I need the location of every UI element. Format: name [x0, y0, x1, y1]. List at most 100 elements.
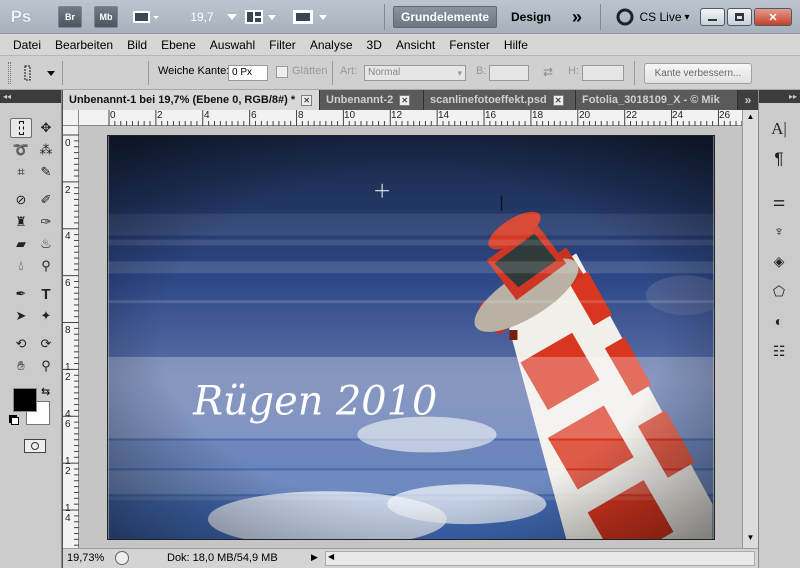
style-label: Art: — [340, 65, 358, 77]
zoom-tool[interactable]: ⚲ — [35, 356, 57, 376]
more-tabs-button[interactable]: » — [738, 90, 758, 110]
width-input[interactable] — [489, 65, 529, 81]
layers-panel-button[interactable]: ◈ — [768, 250, 790, 272]
history-brush-tool[interactable]: ✑ — [35, 212, 57, 232]
custom-shape-tool[interactable]: ✦ — [35, 306, 57, 326]
clone-source-button[interactable]: ♆ — [768, 220, 790, 242]
hand-tool[interactable]: ✋︎ — [10, 356, 32, 376]
document-image[interactable]: Rügen 2010 — [107, 135, 715, 540]
eraser-tool[interactable]: ▰ — [10, 234, 32, 254]
eyedropper-tool[interactable]: ✎ — [35, 162, 57, 182]
brush-presets-button[interactable]: ⚌ — [768, 190, 790, 212]
brush-icon: ✐ — [40, 192, 52, 207]
ruler-v-label: 6 — [65, 419, 71, 430]
canvas-workspace[interactable]: Rügen 2010 — [79, 126, 742, 548]
move-tool[interactable]: ✥ — [35, 118, 57, 138]
tab-fotolia[interactable]: Fotolia_3018109_X - © Mik — [576, 90, 738, 110]
blur-tool[interactable]: 💧︎ — [10, 256, 32, 276]
scroll-down-icon[interactable]: ▼ — [744, 533, 757, 546]
swap-colors-icon[interactable]: ⇆ — [41, 385, 50, 398]
brush-tool[interactable]: ✐ — [35, 190, 57, 210]
options-bar-grip[interactable] — [8, 62, 11, 84]
close-tab-icon[interactable]: ✕ — [301, 94, 313, 106]
screen-mode-dropdown[interactable] — [291, 6, 331, 28]
lasso-tool[interactable]: ➰ — [10, 140, 32, 160]
close-tab-icon[interactable]: ✕ — [552, 94, 564, 106]
tab-unbenannt-2[interactable]: Unbenannt-2 ✕ — [320, 90, 424, 110]
path-selection-tool[interactable]: ➤ — [10, 306, 32, 326]
scroll-up-icon[interactable]: ▲ — [744, 112, 757, 125]
3d-orbit-tool[interactable]: ⟳ — [35, 334, 57, 354]
menu-fenster[interactable]: Fenster — [442, 38, 497, 52]
adjustments-panel-button[interactable]: ◐ — [768, 310, 790, 332]
pen-tool[interactable]: ✒ — [10, 284, 32, 304]
style-select[interactable]: Normal ▾ — [364, 65, 466, 81]
menu-analyse[interactable]: Analyse — [303, 38, 360, 52]
menu-filter[interactable]: Filter — [262, 38, 303, 52]
paint-bucket-tool[interactable]: ♨ — [35, 234, 57, 254]
menu-bearbeiten[interactable]: Bearbeiten — [48, 38, 120, 52]
paragraph-panel-button[interactable]: ¶ — [768, 148, 790, 170]
tab-scanlinefotoeffekt[interactable]: scanlinefotoeffekt.psd ✕ — [424, 90, 576, 110]
foreground-color-swatch-top[interactable] — [13, 388, 37, 412]
panel-dock-header[interactable]: ▸▸ — [759, 90, 800, 103]
close-window-button[interactable]: ✕ — [754, 8, 792, 26]
zoom-level-dropdown[interactable]: 19,7 — [185, 6, 243, 28]
feather-input[interactable]: 0 Px — [228, 65, 268, 81]
status-options-icon[interactable] — [115, 551, 129, 565]
status-menu-arrow-icon[interactable]: ▶ — [311, 552, 318, 563]
type-tool[interactable]: T — [35, 284, 57, 304]
menu-ansicht[interactable]: Ansicht — [389, 38, 442, 52]
close-tab-icon[interactable]: ✕ — [399, 94, 411, 106]
scroll-left-icon[interactable]: ◀ — [328, 552, 334, 561]
separator — [384, 4, 385, 30]
menu-ebene[interactable]: Ebene — [154, 38, 203, 52]
film-strip-icon — [133, 11, 159, 23]
character-panel-button[interactable]: A| — [768, 118, 790, 140]
clone-stamp-tool[interactable]: ♜ — [10, 212, 32, 232]
more-workspaces-button[interactable]: » — [566, 6, 588, 28]
cs-live-button[interactable]: CS Live ▾ — [610, 6, 696, 28]
view-extras-dropdown[interactable] — [131, 6, 161, 28]
quick-mask-button[interactable] — [24, 439, 46, 453]
tools-panel-header[interactable]: ◂◂ — [0, 90, 61, 103]
restore-button[interactable] — [727, 8, 752, 26]
dodge-tool[interactable]: ⚲ — [35, 256, 57, 276]
tab-unbenannt-1[interactable]: Unbenannt-1 bei 19,7% (Ebene 0, RGB/8#) … — [63, 90, 320, 110]
height-input[interactable] — [582, 65, 624, 81]
actions-panel-button[interactable]: ☷ — [768, 340, 790, 362]
bridge-button[interactable]: Br — [58, 6, 82, 28]
menu-auswahl[interactable]: Auswahl — [203, 38, 262, 52]
workspace-design-button[interactable]: Design — [503, 6, 559, 28]
minibridge-button[interactable]: Mb — [94, 6, 118, 28]
swap-dimensions-icon[interactable]: ⇄ — [543, 65, 553, 79]
menu-datei[interactable]: Datei — [6, 38, 48, 52]
vertical-ruler[interactable]: 0 2 4 6 8 1 2 4 6 1 2 1 4 — [63, 126, 79, 548]
menu-bild[interactable]: Bild — [120, 38, 154, 52]
tool-preset-picker[interactable] — [22, 64, 60, 82]
marquee-tool[interactable] — [10, 118, 32, 138]
ruler-origin[interactable] — [63, 110, 79, 126]
menu-3d[interactable]: 3D — [360, 38, 389, 52]
shape-icon: ✦ — [40, 308, 52, 323]
default-colors-icon[interactable] — [11, 417, 19, 425]
antialias-checkbox[interactable] — [276, 66, 288, 78]
ruler-v-label: 6 — [65, 278, 71, 289]
vertical-scrollbar[interactable]: ▲ ▼ — [742, 110, 758, 548]
collapse-arrows-icon: ◂◂ — [3, 92, 12, 101]
3d-rotate-tool[interactable]: ⟲ — [10, 334, 32, 354]
document-size-info: Dok: 18,0 MB/54,9 MB — [167, 552, 278, 564]
refine-edge-button[interactable]: Kante verbessern... — [644, 63, 752, 84]
magic-wand-tool[interactable]: ⁂ — [35, 140, 57, 160]
healing-brush-tool[interactable]: ⊘ — [10, 190, 32, 210]
menu-hilfe[interactable]: Hilfe — [497, 38, 535, 52]
arrange-documents-dropdown[interactable] — [243, 6, 281, 28]
horizontal-scrollbar[interactable]: ◀ — [325, 551, 755, 566]
minimize-button[interactable] — [700, 8, 725, 26]
zoom-field[interactable]: 19,73% — [67, 552, 111, 564]
type-icon: T — [41, 285, 51, 303]
paths-panel-button[interactable]: ⬠ — [768, 280, 790, 302]
crop-tool[interactable]: ⌗ — [10, 162, 32, 182]
workspace-grundelemente-button[interactable]: Grundelemente — [393, 6, 497, 28]
horizontal-ruler[interactable]: 0 2 4 6 8 10 12 14 16 18 20 22 24 26 — [79, 110, 742, 126]
